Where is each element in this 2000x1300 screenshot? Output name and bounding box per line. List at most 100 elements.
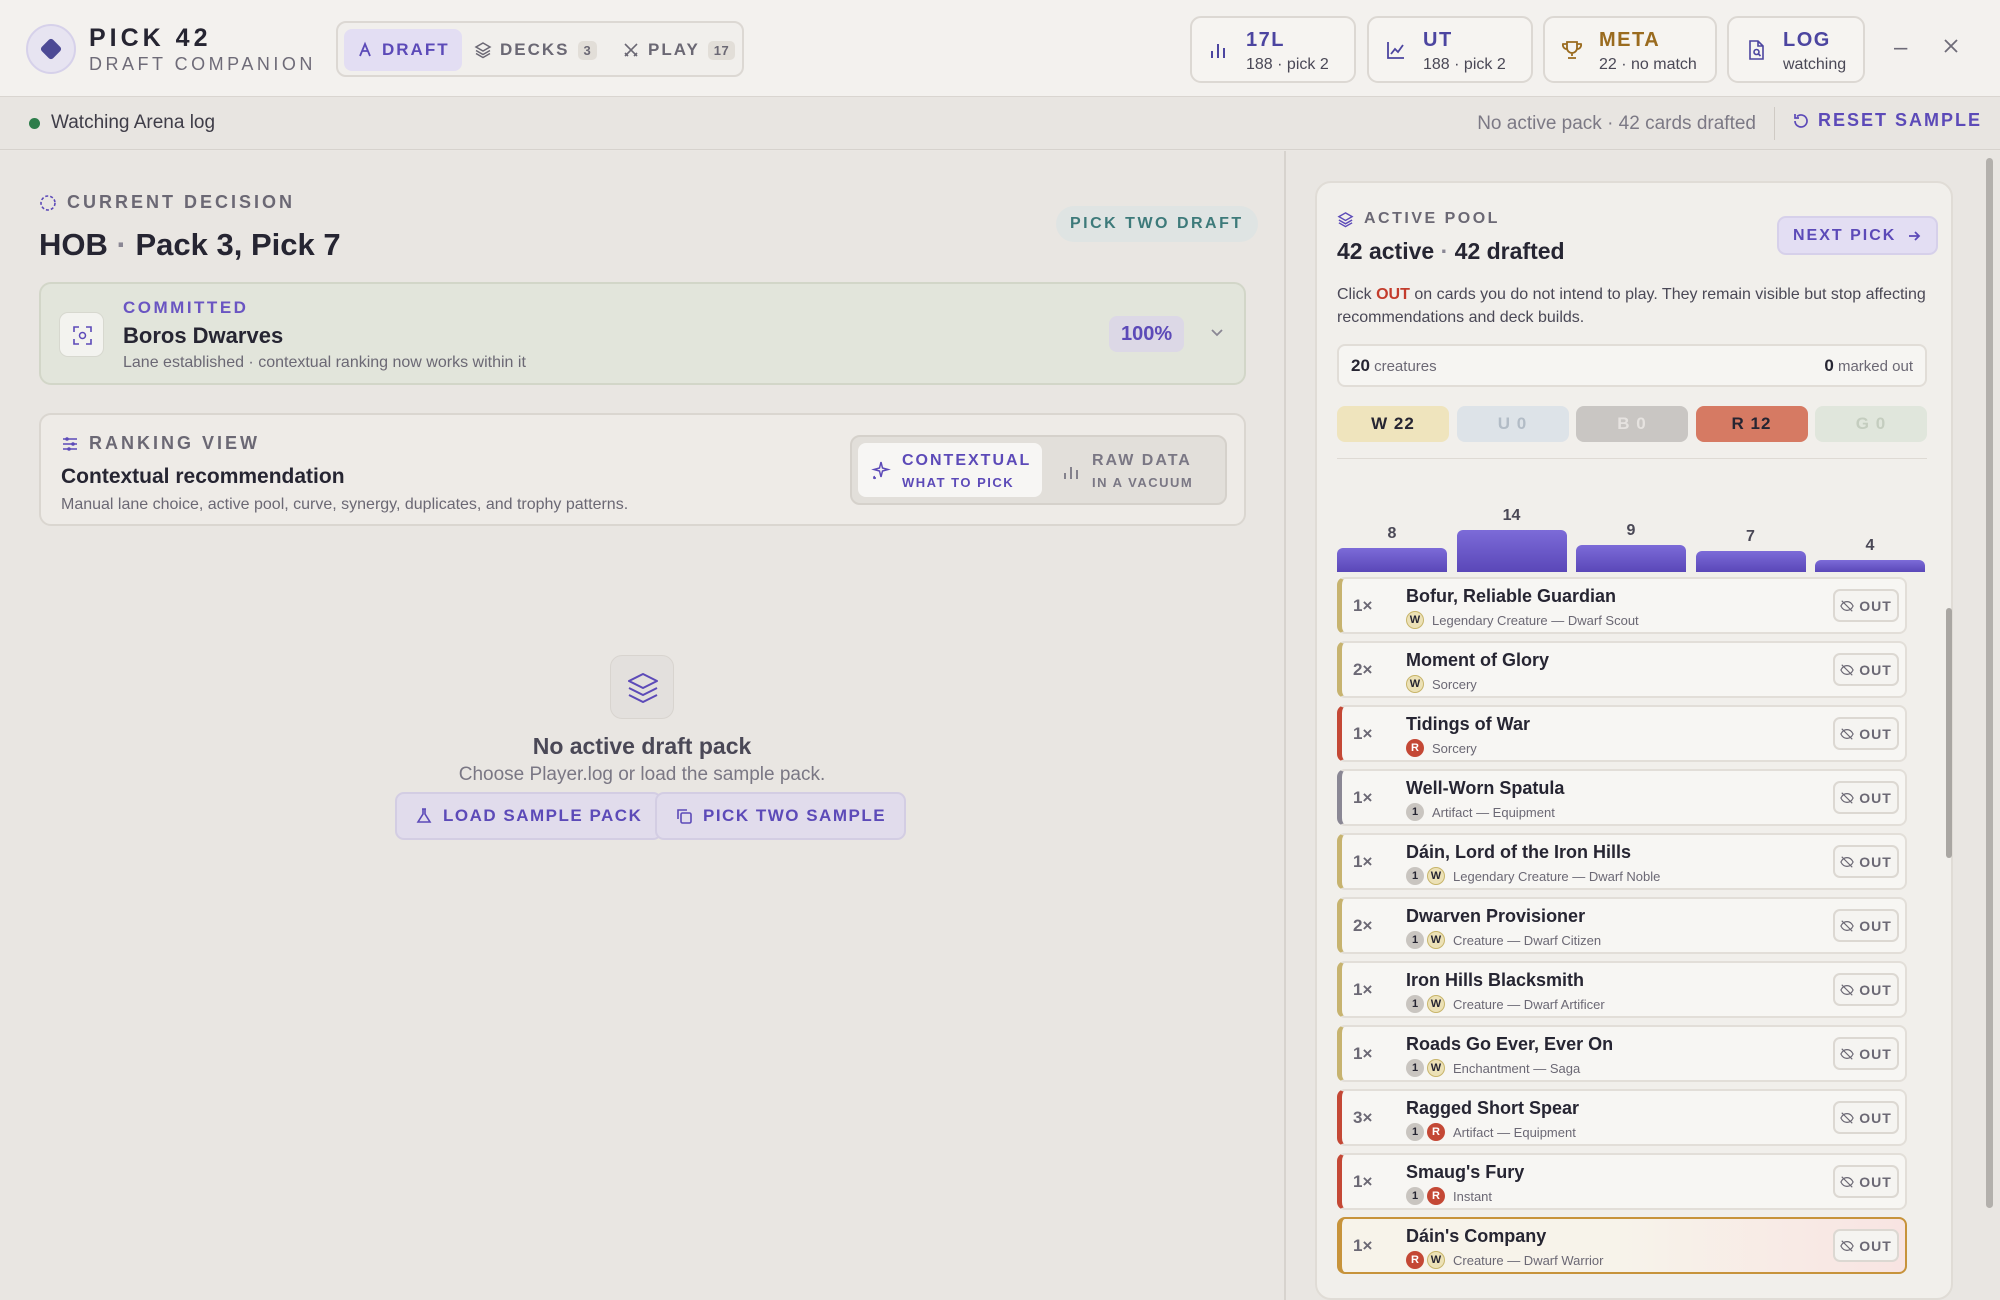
mark-out-button[interactable]: OUT	[1833, 1037, 1899, 1070]
pool-card-row[interactable]: 1× Dáin's Company R W Creature — Dwarf Warri…	[1337, 1217, 1907, 1274]
mana-cost: 1W	[1406, 1059, 1445, 1077]
bar-chart-icon	[1211, 44, 1225, 58]
empty-state-subtitle: Choose Player.log or load the sample pac…	[458, 764, 826, 785]
pool-card-row[interactable]: 2× Moment of Glory W Sorcery OUT	[1337, 641, 1907, 698]
mana-pip-icon: R	[1406, 1251, 1424, 1269]
mark-out-button[interactable]: OUT	[1833, 589, 1899, 622]
mark-out-label: OUT	[1859, 789, 1892, 806]
mark-out-button[interactable]: OUT	[1833, 973, 1899, 1006]
mark-out-button[interactable]: OUT	[1833, 717, 1899, 750]
curve-count-1: 8	[1387, 525, 1397, 542]
reset-sample-button[interactable]: RESET SAMPLE	[1792, 110, 1982, 131]
next-pick-button[interactable]: NEXT PICK	[1777, 216, 1939, 255]
page-title: HOB · Pack 3, Pick 7	[39, 227, 341, 263]
close-icon	[1944, 39, 1958, 53]
mark-out-label: OUT	[1859, 1045, 1892, 1062]
stat-ut[interactable]: UT 188 · pick 2	[1367, 16, 1533, 83]
ranking-view-header: RANKING VIEW	[61, 433, 260, 454]
pool-card-row[interactable]: 1× Roads Go Ever, Ever On 1 W Enchantment — …	[1337, 1025, 1907, 1082]
close-button[interactable]	[1941, 36, 1961, 61]
color-pill-0: W 22	[1337, 406, 1449, 442]
diamond-icon	[40, 38, 62, 60]
active-count: 42 active	[1337, 238, 1435, 264]
ranking-mode-toggle: CONTEXTUAL WHAT TO PICK RAW DATA IN A VA…	[850, 435, 1227, 505]
card-type: Creature — Dwarf Artificer	[1453, 997, 1605, 1012]
tab-draft[interactable]: DRAFT	[344, 29, 462, 71]
marked-out-label: marked out	[1837, 358, 1913, 375]
raw-data-option[interactable]: RAW DATA IN A VACUUM	[1048, 443, 1218, 497]
lane-confidence: 100%	[1109, 316, 1185, 352]
contextual-label: CONTEXTUAL	[902, 452, 1032, 469]
mana-pip-icon: 1	[1406, 995, 1424, 1013]
mana-pip-icon: 1	[1406, 1187, 1424, 1205]
pool-summary-separator: ·	[1440, 238, 1449, 264]
layers-icon	[474, 42, 492, 59]
pool-card-row[interactable]: 1× Well-Worn Spatula 1 Artifact — Equipment…	[1337, 769, 1907, 826]
stat-log[interactable]: LOG watching	[1727, 16, 1865, 83]
lane-icon-box	[59, 312, 104, 357]
eye-off-icon	[1840, 1239, 1854, 1252]
card-quantity: 1×	[1353, 724, 1373, 743]
pick-position: Pack 3, Pick 7	[135, 227, 341, 262]
card-type: Instant	[1453, 1189, 1493, 1204]
mana-pip-icon: W	[1427, 995, 1445, 1013]
mark-out-button[interactable]: OUT	[1833, 1229, 1899, 1262]
mana-pip-icon: W	[1406, 675, 1424, 693]
mana-pip-icon: R	[1406, 739, 1424, 757]
card-name: Dáin, Lord of the Iron Hills	[1406, 842, 1631, 862]
pool-card-row[interactable]: 1× Dáin, Lord of the Iron Hills 1 W Legendar…	[1337, 833, 1907, 890]
chevron-down-icon[interactable]	[1207, 322, 1227, 342]
panel-scrollbar[interactable]	[1986, 158, 1993, 1208]
pick-two-sample-button[interactable]: PICK TWO SAMPLE	[655, 792, 907, 840]
empty-state-icon	[610, 655, 674, 719]
stat-17l-value: 188 · pick 2	[1246, 56, 1329, 73]
tab-play[interactable]: PLAY 17	[610, 29, 747, 71]
creature-count-label: creatures	[1374, 358, 1437, 375]
pool-card-row[interactable]: 1× Smaug's Fury 1 R Instant OUT	[1337, 1153, 1907, 1210]
mana-cost: R	[1406, 739, 1424, 757]
mark-out-button[interactable]: OUT	[1833, 781, 1899, 814]
curve-count-5+: 4	[1865, 537, 1875, 554]
mana-pip-icon: R	[1427, 1123, 1445, 1141]
minimize-button[interactable]: –	[1894, 36, 1907, 60]
mark-out-button[interactable]: OUT	[1833, 845, 1899, 878]
eye-off-icon	[1840, 1047, 1854, 1060]
app-logo	[26, 24, 76, 74]
card-list-scrollbar[interactable]	[1946, 608, 1952, 858]
mark-out-button[interactable]: OUT	[1833, 653, 1899, 686]
mark-out-button[interactable]: OUT	[1833, 1101, 1899, 1134]
pool-card-row[interactable]: 1× Tidings of War R Sorcery OUT	[1337, 705, 1907, 762]
pool-card-row[interactable]: 1× Bofur, Reliable Guardian W Legendary Cre…	[1337, 577, 1907, 634]
curve-bar-1	[1337, 548, 1447, 572]
card-type: Legendary Creature — Dwarf Scout	[1432, 613, 1639, 628]
stat-17l[interactable]: 17L 188 · pick 2	[1190, 16, 1356, 83]
curve-bar-4	[1695, 551, 1806, 572]
mark-out-label: OUT	[1859, 981, 1892, 998]
load-sample-pack-button[interactable]: LOAD SAMPLE PACK	[395, 792, 663, 840]
committed-lane-card[interactable]: COMMITTED Boros Dwarves Lane established…	[39, 282, 1246, 385]
curve-count-3: 9	[1626, 522, 1636, 539]
set-code: HOB	[39, 227, 108, 262]
mark-out-button[interactable]: OUT	[1833, 1165, 1899, 1198]
card-quantity: 1×	[1353, 596, 1373, 615]
pool-card-row[interactable]: 2× Dwarven Provisioner 1 W Creature — Dwarf …	[1337, 897, 1907, 954]
contextual-option[interactable]: CONTEXTUAL WHAT TO PICK	[858, 443, 1042, 497]
lane-name: Boros Dwarves	[123, 323, 284, 348]
mark-out-button[interactable]: OUT	[1833, 909, 1899, 942]
pool-card-row[interactable]: 3× Ragged Short Spear 1 R Artifact — Equipme…	[1337, 1089, 1907, 1146]
tab-decks[interactable]: DECKS 3	[462, 29, 609, 71]
marked-out-count: 0 marked out	[1824, 356, 1913, 376]
mark-out-label: OUT	[1859, 661, 1892, 678]
mana-pip-icon: 1	[1406, 1059, 1424, 1077]
load-sample-pack-label: LOAD SAMPLE PACK	[443, 806, 643, 825]
pool-instructions: Click OUT on cards you do not intend to …	[1337, 283, 1937, 329]
pool-card-row[interactable]: 1× Iron Hills Blacksmith 1 W Creature — Dwar…	[1337, 961, 1907, 1018]
tab-draft-label: DRAFT	[382, 40, 450, 59]
arrow-right-icon	[1909, 230, 1921, 241]
creature-count: 20 creatures	[1351, 356, 1437, 376]
eye-off-icon	[1840, 1175, 1854, 1188]
stat-meta[interactable]: META 22 · no match	[1543, 16, 1717, 83]
card-quantity: 3×	[1353, 1108, 1373, 1127]
pick-two-sample-label: PICK TWO SAMPLE	[703, 806, 887, 825]
mark-out-label: OUT	[1859, 597, 1892, 614]
